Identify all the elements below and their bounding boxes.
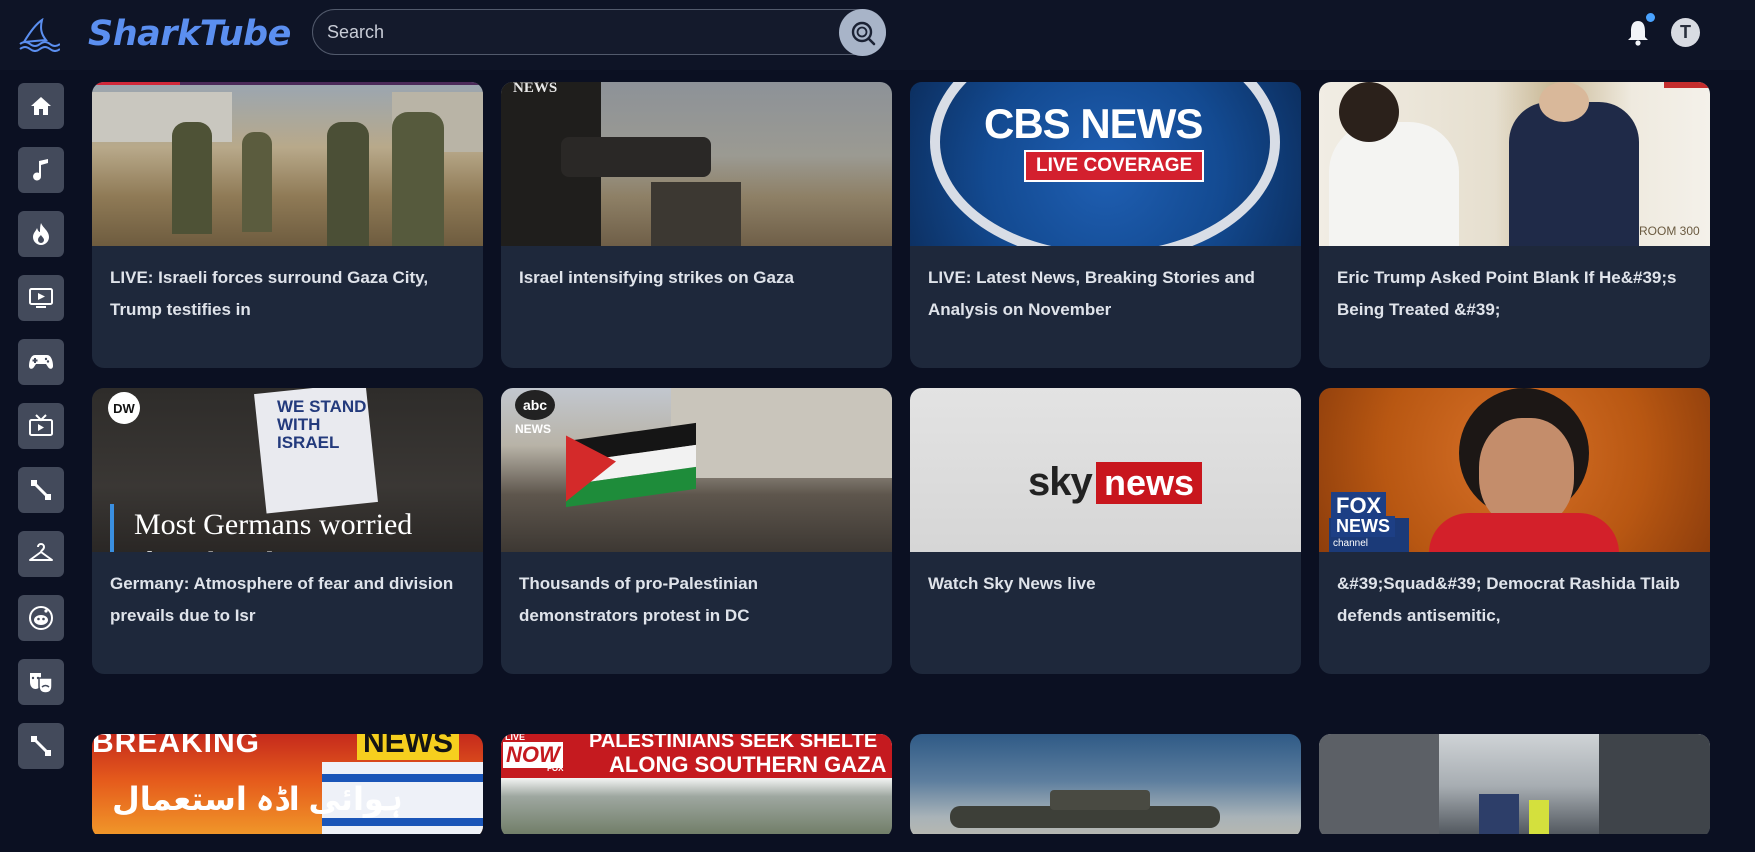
video-thumbnail[interactable] bbox=[92, 82, 483, 246]
video-thumbnail[interactable]: FOX NEWS channel bbox=[1319, 388, 1710, 552]
top-bar: SharkTube T bbox=[0, 0, 1755, 70]
live-badge: LIVE bbox=[505, 734, 526, 742]
sidebar-item-gaming[interactable] bbox=[18, 339, 64, 385]
headline-line-2: ALONG SOUTHERN GAZA bbox=[609, 752, 887, 777]
thumb-logo-text: CBS NEWS bbox=[984, 100, 1203, 147]
breaking-text: BREAKING bbox=[92, 734, 261, 759]
thumb-logo-text: NEWS bbox=[515, 422, 551, 436]
sky-logo-text: sky bbox=[1028, 460, 1093, 504]
fire-icon bbox=[33, 223, 49, 245]
video-card[interactable]: CBS NEWS LIVE COVERAGE LIVE: Latest News… bbox=[910, 82, 1301, 368]
sidebar-item-music[interactable] bbox=[18, 147, 64, 193]
video-title[interactable]: LIVE: Latest News, Breaking Stories and … bbox=[928, 262, 1283, 326]
news-text: NEWS bbox=[357, 734, 459, 760]
sidebar-item-entertainment[interactable] bbox=[18, 659, 64, 705]
urdu-caption: ہوائی اڈہ استعمال bbox=[112, 781, 403, 817]
video-thumbnail[interactable]: BREAKING NEWS ہوائی اڈہ استعمال bbox=[92, 734, 483, 834]
sidebar-item-live-tv[interactable] bbox=[18, 403, 64, 449]
thumb-text: ROOM 300 bbox=[1639, 224, 1700, 238]
fox-badge: FOX bbox=[547, 764, 564, 773]
thumb-caption: Most Germans worried about hostilities bbox=[134, 508, 413, 552]
headline-line-1: PALESTINIANS SEEK SHELTE bbox=[589, 734, 878, 752]
theater-masks-icon bbox=[30, 673, 53, 694]
hanger-icon bbox=[29, 543, 53, 561]
video-title[interactable]: Germany: Atmosphere of fear and division… bbox=[110, 568, 465, 632]
video-thumbnail[interactable]: CBS NEWS LIVE COVERAGE bbox=[910, 82, 1301, 246]
news-logo-text: news bbox=[1096, 462, 1203, 504]
video-thumbnail[interactable]: ROOM 300 bbox=[1319, 82, 1710, 246]
video-thumbnail[interactable]: abc NEWS bbox=[501, 388, 892, 552]
tv-icon bbox=[29, 414, 53, 436]
video-card[interactable]: LIVE NOW FOX PALESTINIANS SEEK SHELTE AL… bbox=[501, 734, 892, 834]
gamepad-icon bbox=[29, 355, 53, 369]
thumb-sign-text: WE STAND WITH ISRAEL bbox=[277, 397, 367, 452]
abc-logo: abc bbox=[515, 390, 555, 420]
video-thumbnail[interactable]: NEWS bbox=[501, 82, 892, 246]
search-button[interactable] bbox=[839, 9, 886, 56]
sidebar-item-sports[interactable] bbox=[18, 467, 64, 513]
search-box bbox=[312, 9, 886, 55]
video-thumbnail[interactable]: sky news bbox=[910, 388, 1301, 552]
search-icon bbox=[851, 21, 875, 45]
video-title[interactable]: Watch Sky News live bbox=[928, 568, 1283, 600]
video-card[interactable]: LIVE: Israeli forces surround Gaza City,… bbox=[92, 82, 483, 368]
video-card[interactable]: FOX NEWS channel &#39;Squad&#39; Democra… bbox=[1319, 388, 1710, 674]
reddit-icon bbox=[29, 606, 53, 630]
sports-icon bbox=[31, 480, 51, 500]
video-thumbnail[interactable]: WE STAND WITH ISRAEL DW Most Germans wor… bbox=[92, 388, 483, 552]
notification-bell-icon[interactable] bbox=[1625, 18, 1651, 46]
video-card[interactable]: BREAKING NEWS ہوائی اڈہ استعمال bbox=[92, 734, 483, 834]
fox-logo-channel: channel bbox=[1333, 538, 1369, 549]
video-card[interactable]: abc NEWS Thousands of pro-Palestinian de… bbox=[501, 388, 892, 674]
notification-dot bbox=[1646, 13, 1655, 22]
video-thumbnail[interactable]: LIVE NOW FOX PALESTINIANS SEEK SHELTE AL… bbox=[501, 734, 892, 834]
video-card[interactable]: NEWS Israel intensifying strikes on Gaza bbox=[501, 82, 892, 368]
sidebar-item-videos[interactable] bbox=[18, 275, 64, 321]
home-icon bbox=[31, 97, 51, 115]
sidebar-item-trending[interactable] bbox=[18, 211, 64, 257]
search-input[interactable] bbox=[327, 19, 827, 45]
video-thumbnail[interactable] bbox=[1319, 734, 1710, 834]
video-title[interactable]: Eric Trump Asked Point Blank If He&#39;s… bbox=[1337, 262, 1692, 326]
play-screen-icon bbox=[29, 288, 53, 308]
video-thumbnail[interactable] bbox=[910, 734, 1301, 834]
sidebar-item-reddit[interactable] bbox=[18, 595, 64, 641]
sidebar-item-home[interactable] bbox=[18, 83, 64, 129]
dw-logo: DW bbox=[108, 392, 140, 424]
video-card[interactable]: ROOM 300 Eric Trump Asked Point Blank If… bbox=[1319, 82, 1710, 368]
music-icon bbox=[33, 159, 48, 181]
video-title[interactable]: Israel intensifying strikes on Gaza bbox=[519, 262, 874, 294]
sidebar-item-fashion[interactable] bbox=[18, 531, 64, 577]
video-title[interactable]: &#39;Squad&#39; Democrat Rashida Tlaib d… bbox=[1337, 568, 1692, 632]
thumb-badge: LIVE COVERAGE bbox=[1024, 150, 1205, 182]
sports-icon bbox=[31, 736, 51, 756]
video-title[interactable]: LIVE: Israeli forces surround Gaza City,… bbox=[110, 262, 465, 326]
fox-logo-news: NEWS bbox=[1331, 516, 1395, 537]
sidebar-item-sports-2[interactable] bbox=[18, 723, 64, 769]
shark-logo-icon[interactable] bbox=[18, 18, 60, 52]
video-title[interactable]: Thousands of pro-Palestinian demonstrato… bbox=[519, 568, 874, 632]
video-card[interactable] bbox=[1319, 734, 1710, 834]
video-grid: LIVE: Israeli forces surround Gaza City,… bbox=[92, 82, 1710, 834]
video-card[interactable]: sky news Watch Sky News live bbox=[910, 388, 1301, 674]
brand-name[interactable]: SharkTube bbox=[88, 14, 291, 54]
user-avatar[interactable]: T bbox=[1671, 18, 1700, 47]
video-card[interactable]: WE STAND WITH ISRAEL DW Most Germans wor… bbox=[92, 388, 483, 674]
video-card[interactable] bbox=[910, 734, 1301, 834]
thumb-logo-text: NEWS bbox=[513, 82, 558, 96]
